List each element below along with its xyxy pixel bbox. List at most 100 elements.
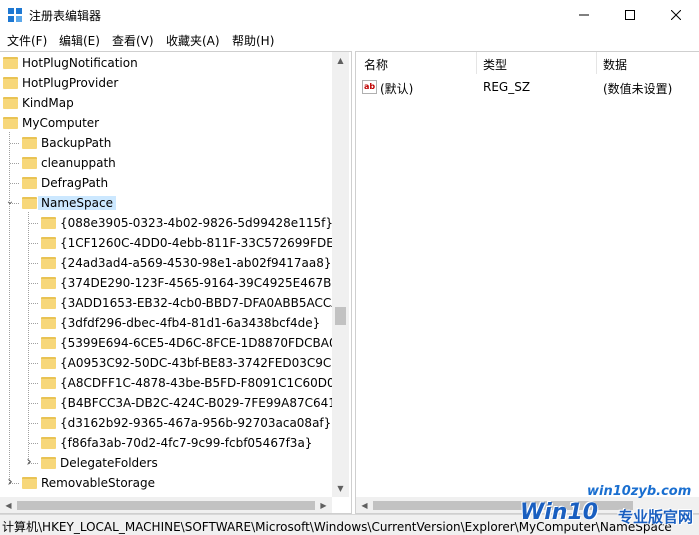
folder-icon [41, 457, 56, 469]
chevron-right-icon[interactable]: › [4, 475, 16, 489]
value-name: (默认) [380, 82, 414, 96]
list-item[interactable]: ab (默认) REG_SZ (数值未设置) [356, 77, 699, 97]
tree-item-label: MyComputer [22, 116, 100, 130]
tree-guide-branch [29, 363, 38, 364]
tree-item-label: {f86fa3ab-70d2-4fc7-9c99-fcbf05467f3a} [60, 436, 313, 450]
menu-help[interactable]: 帮助(H) [232, 32, 274, 49]
scroll-down-icon[interactable]: ▼ [332, 480, 349, 497]
watermark-url: win10zyb.com [587, 484, 692, 499]
folder-icon [3, 57, 18, 69]
tree-item-label: NameSpace [38, 196, 116, 210]
scroll-left-icon[interactable]: ◀ [356, 497, 373, 513]
folder-icon [41, 337, 56, 349]
tree-vertical-scrollbar[interactable]: ▲ ▼ [332, 52, 349, 497]
menu-view[interactable]: 查看(V) [112, 32, 154, 49]
tree-item-label: {1CF1260C-4DD0-4ebb-811F-33C572699FDE} [60, 236, 342, 250]
column-header-type[interactable]: 类型 [483, 56, 507, 73]
tree-item[interactable]: KindMap [0, 93, 330, 113]
tree-item[interactable]: {A0953C92-50DC-43bf-BE83-3742FED03C9C} [0, 353, 339, 373]
folder-icon [22, 477, 37, 489]
folder-icon [41, 397, 56, 409]
column-separator[interactable] [476, 52, 477, 74]
value-list[interactable]: 名称 类型 数据 ab (默认) REG_SZ (数值未设置) ◀ [355, 51, 699, 514]
column-header-data[interactable]: 数据 [603, 56, 627, 73]
minimize-icon [579, 14, 589, 16]
chevron-down-icon[interactable]: ⌄ [4, 196, 16, 208]
menu-bar: 文件(F) 编辑(E) 查看(V) 收藏夹(A) 帮助(H) [0, 30, 699, 50]
menu-favorites[interactable]: 收藏夹(A) [166, 32, 220, 49]
tree-item-label: HotPlugProvider [22, 76, 119, 90]
tree-item-label: {d3162b92-9365-467a-956b-92703aca08af} [60, 416, 332, 430]
tree-guide-branch [29, 423, 38, 424]
tree-guide-branch [29, 323, 38, 324]
tree-item[interactable]: ⌄ NameSpace [0, 193, 330, 213]
tree-item[interactable]: MyComputer [0, 113, 330, 133]
menu-edit[interactable]: 编辑(E) [59, 32, 100, 49]
close-icon [671, 10, 681, 20]
tree-horizontal-scrollbar[interactable]: ◀ ▶ [0, 497, 332, 513]
tree-item[interactable]: › DelegateFolders [0, 453, 330, 473]
chevron-right-icon[interactable]: › [23, 455, 35, 469]
maximize-button[interactable] [607, 0, 653, 30]
tree-item[interactable]: {24ad3ad4-a569-4530-98e1-ab02f9417aa8} [0, 253, 332, 273]
tree-item-label: DefragPath [41, 176, 109, 190]
watermark-logo: win10zyb.com Win10 专业版官网 [520, 484, 699, 535]
folder-icon [22, 137, 37, 149]
tree-item[interactable]: HotPlugProvider [0, 73, 330, 93]
tree-guide-branch [29, 263, 38, 264]
tree-item[interactable]: {374DE290-123F-4565-9164-39C4925E467B} [0, 273, 339, 293]
tree-guide-branch [29, 303, 38, 304]
folder-icon [41, 357, 56, 369]
folder-icon [41, 277, 56, 289]
column-header-name[interactable]: 名称 [364, 56, 388, 73]
tree-item[interactable]: {A8CDFF1C-4878-43be-B5FD-F8091C1C60D0} [0, 373, 342, 393]
folder-icon [3, 77, 18, 89]
tree-item[interactable]: {3ADD1653-EB32-4cb0-BBD7-DFA0ABB5ACCA} [0, 293, 347, 313]
column-separator[interactable] [596, 52, 597, 74]
folder-icon [41, 317, 56, 329]
tree-item[interactable]: {088e3905-0323-4b02-9826-5d99428e115f} [0, 213, 333, 233]
tree-hscroll-thumb[interactable] [17, 501, 315, 510]
tree-item[interactable]: cleanuppath [0, 153, 330, 173]
tree-item-label: {A8CDFF1C-4878-43be-B5FD-F8091C1C60D0} [60, 376, 343, 390]
tree-guide-branch [29, 243, 38, 244]
tree-item[interactable]: {f86fa3ab-70d2-4fc7-9c99-fcbf05467f3a} [0, 433, 330, 453]
tree-item-label: KindMap [22, 96, 74, 110]
tree-item[interactable]: BackupPath [0, 133, 330, 153]
scroll-up-icon[interactable]: ▲ [332, 52, 349, 69]
folder-icon [41, 377, 56, 389]
tree-item-label: {5399E694-6CE5-4D6C-8FCE-1D8870FDCBA0} [60, 336, 345, 350]
tree-item-label: HotPlugNotification [22, 56, 138, 70]
tree-item-label: DelegateFolders [60, 456, 158, 470]
tree-item-label: {088e3905-0323-4b02-9826-5d99428e115f} [60, 216, 333, 230]
minimize-button[interactable] [561, 0, 607, 30]
folder-icon [41, 437, 56, 449]
registry-tree[interactable]: HotPlugNotification HotPlugProvider KindMa… [0, 51, 352, 514]
tree-guide-branch [10, 163, 19, 164]
tree-item[interactable]: › RemovableStorage [0, 473, 330, 493]
value-data: (数值未设置) [603, 82, 673, 96]
close-button[interactable] [653, 0, 699, 30]
scroll-left-icon[interactable]: ◀ [0, 497, 17, 513]
tree-item[interactable]: HotPlugNotification [0, 53, 330, 73]
tree-item[interactable]: {B4BFCC3A-DB2C-424C-B029-7FE99A87C641} [0, 393, 344, 413]
folder-icon [41, 297, 56, 309]
tree-item[interactable]: {1CF1260C-4DD0-4ebb-811F-33C572699FDE} [0, 233, 341, 253]
title-bar: 注册表编辑器 [0, 0, 699, 30]
tree-item-label: {24ad3ad4-a569-4530-98e1-ab02f9417aa8} [60, 256, 332, 270]
tree-item[interactable]: {5399E694-6CE5-4D6C-8FCE-1D8870FDCBA0} [0, 333, 344, 353]
watermark-brand: Win10 [520, 500, 599, 525]
tree-item[interactable]: {d3162b92-9365-467a-956b-92703aca08af} [0, 413, 332, 433]
menu-file[interactable]: 文件(F) [7, 32, 47, 49]
tree-item[interactable]: {3dfdf296-dbec-4fb4-81d1-6a3438bcf4de} [0, 313, 330, 333]
tree-guide-branch [29, 383, 38, 384]
tree-item-label: {B4BFCC3A-DB2C-424C-B029-7FE99A87C641} [60, 396, 344, 410]
scroll-right-icon[interactable]: ▶ [315, 497, 332, 513]
regedit-icon [8, 8, 22, 22]
tree-item[interactable]: DefragPath [0, 173, 330, 193]
tree-item-label: RemovableStorage [41, 476, 155, 490]
tree-vscroll-thumb[interactable] [335, 307, 346, 325]
tree-item-label: {3dfdf296-dbec-4fb4-81d1-6a3438bcf4de} [60, 316, 321, 330]
folder-icon [22, 177, 37, 189]
maximize-icon [625, 10, 635, 20]
